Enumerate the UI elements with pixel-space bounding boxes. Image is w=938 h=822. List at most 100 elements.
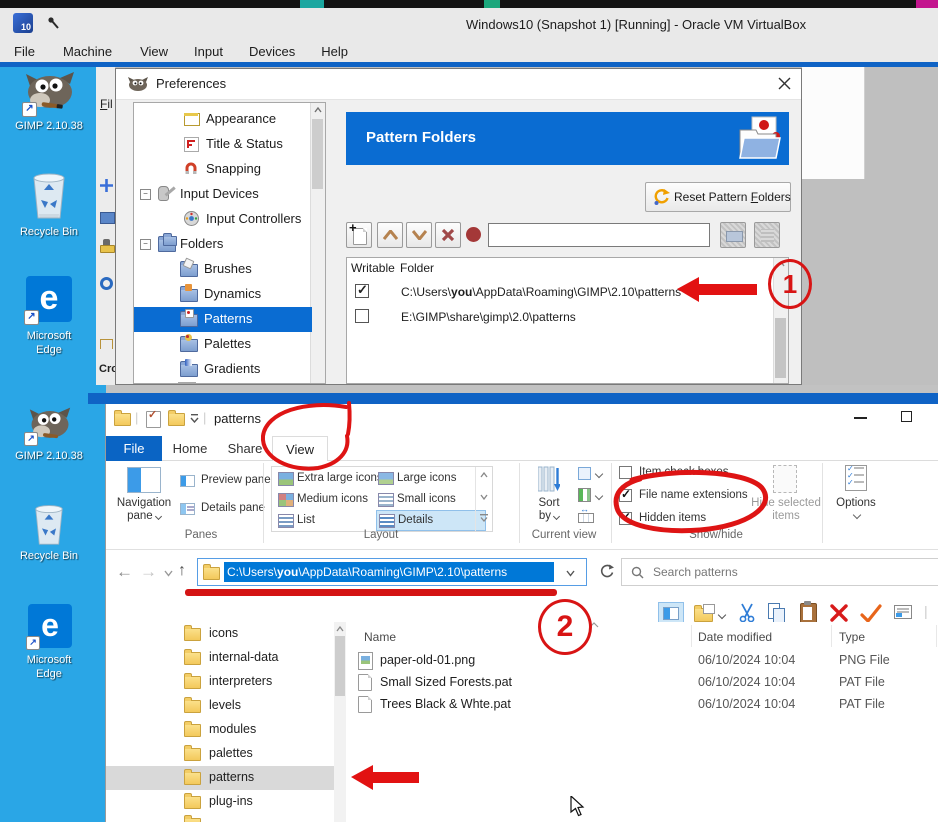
column-resizer[interactable] [831, 625, 832, 647]
tree-expander-icon[interactable]: − [140, 239, 151, 250]
tree-expander-icon[interactable]: − [140, 189, 151, 200]
move-down-button[interactable] [406, 222, 432, 248]
add-columns-button[interactable] [578, 488, 604, 504]
sidebar-item-modules[interactable]: modules [106, 718, 334, 742]
menu-devices[interactable]: Devices [249, 44, 295, 59]
reset-pattern-folders-button[interactable]: Reset Pattern Folders [645, 182, 791, 212]
gimp-tool-move-icon[interactable] [100, 179, 113, 192]
column-resizer[interactable] [691, 625, 692, 647]
tree-item-input-controllers[interactable]: Input Controllers [134, 207, 312, 232]
sidebar-scroll-thumb[interactable] [335, 636, 345, 696]
search-box[interactable]: Search patterns [621, 558, 938, 586]
tree-item-dynamics[interactable]: Dynamics [134, 282, 312, 307]
qat-customize-chevron-icon[interactable] [190, 414, 199, 423]
menu-machine[interactable]: Machine [63, 44, 112, 59]
column-resizer[interactable] [936, 625, 937, 647]
pin-icon[interactable] [46, 16, 60, 30]
delete-icon[interactable] [830, 604, 848, 622]
writable-checkbox-unchecked[interactable] [355, 309, 369, 323]
rename-check-icon[interactable] [860, 604, 882, 622]
recent-locations-chevron-icon[interactable] [164, 570, 173, 577]
file-row-3[interactable]: Trees Black & Whte.pat 06/10/2024 10:04 … [346, 694, 938, 716]
tree-scrollbar[interactable] [310, 103, 325, 383]
desktop-icon-gimp-2[interactable]: ↗ GIMP 2.10.38 [6, 406, 92, 466]
sidebar-item-internal-data[interactable]: internal-data [106, 646, 334, 670]
sidebar-item-interpreters[interactable]: interpreters [106, 670, 334, 694]
minimize-button[interactable] [854, 417, 867, 419]
menu-input[interactable]: Input [194, 44, 223, 59]
column-type[interactable]: Type [839, 630, 865, 644]
tree-item-appearance[interactable]: Appearance [134, 107, 312, 132]
gallery-up-icon[interactable] [480, 472, 488, 478]
tab-file[interactable]: File [106, 436, 162, 461]
tree-item-title-status[interactable]: Title & Status [134, 132, 312, 157]
tree-item-palettes[interactable]: Palettes [134, 332, 312, 357]
layout-medium-icons[interactable]: Medium icons [278, 490, 372, 510]
sidebar-item-icons[interactable]: icons [106, 622, 334, 646]
tree-item-folders[interactable]: − Folders [134, 232, 312, 257]
sidebar-item-palettes[interactable]: palettes [106, 742, 334, 766]
add-folder-button[interactable]: + [346, 220, 372, 248]
refresh-icon[interactable] [599, 564, 614, 579]
gimp-tool-select-icon[interactable] [100, 212, 115, 224]
group-by-button[interactable] [578, 467, 604, 483]
menu-file[interactable]: File [14, 44, 35, 59]
navigation-pane-button[interactable]: Navigation pane [114, 465, 174, 535]
move-up-button[interactable] [377, 222, 403, 248]
file-row-2[interactable]: Small Sized Forests.pat 06/10/2024 10:04… [346, 672, 938, 694]
up-button[interactable]: ↑ [178, 562, 186, 580]
column-date-modified[interactable]: Date modified [698, 630, 772, 644]
properties-form-button[interactable] [894, 605, 914, 621]
folder-row-2[interactable]: E:\GIMP\share\gimp\2.0\patterns [347, 305, 774, 330]
open-file-chooser-button[interactable] [720, 222, 746, 248]
column-name[interactable]: Name [364, 630, 396, 644]
desktop-icon-edge[interactable]: e ↗ Microsoft Edge [6, 276, 92, 378]
tree-item-gradients[interactable]: Gradients [134, 357, 312, 382]
tree-item-brushes[interactable]: Brushes [134, 257, 312, 282]
file-row-1[interactable]: paper-old-01.png 06/10/2024 10:04 PNG Fi… [346, 650, 938, 672]
scroll-up-icon[interactable] [314, 107, 322, 113]
address-dropdown-chevron-icon[interactable] [566, 570, 575, 577]
menu-view[interactable]: View [140, 44, 168, 59]
maximize-button[interactable] [901, 411, 912, 422]
address-bar[interactable]: C:\Users\you\AppData\Roaming\GIMP\2.10\p… [197, 558, 587, 586]
folder-path-input[interactable] [488, 223, 710, 247]
size-columns-button[interactable]: ↔ [578, 504, 604, 526]
gallery-more-icon[interactable] [480, 514, 488, 523]
cut-scissors-icon[interactable] [738, 603, 756, 623]
explorer-titlebar[interactable]: | ✓ | patterns [106, 404, 938, 434]
desktop-icon-recycle-2[interactable]: Recycle Bin [6, 502, 92, 566]
writable-checkbox-checked[interactable]: ✓ [355, 282, 369, 298]
gimp-tool-clone-icon[interactable] [100, 245, 115, 253]
sort-by-button[interactable]: Sort by [526, 465, 572, 535]
delete-folder-button[interactable] [435, 222, 461, 248]
qat-newfolder-icon[interactable] [168, 410, 185, 426]
gimp-tool-easel-icon[interactable] [100, 339, 113, 349]
tree-item-patterns-selected[interactable]: Patterns [134, 307, 312, 332]
desktop-icon-gimp[interactable]: ↗ GIMP 2.10.38 [6, 70, 92, 134]
show-file-chooser-button[interactable] [754, 222, 780, 248]
gallery-down-icon[interactable] [480, 494, 488, 500]
layout-list[interactable]: List [278, 511, 372, 531]
forward-button[interactable]: → [140, 562, 157, 582]
menu-help[interactable]: Help [321, 44, 348, 59]
tree-scroll-thumb[interactable] [312, 119, 323, 189]
tree-item-input-devices[interactable]: − Input Devices [134, 182, 312, 207]
qat-properties-icon[interactable]: ✓ [146, 409, 161, 428]
desktop-icon-edge-2[interactable]: e ↗ Microsoft Edge [6, 604, 92, 688]
tab-home[interactable]: Home [162, 436, 218, 461]
sidebar-item-plug-ins[interactable]: plug-ins [106, 790, 334, 814]
gimp-file-menu-fragment[interactable]: Fil [100, 97, 113, 111]
list-scroll-thumb[interactable] [775, 318, 786, 378]
desktop-icon-recycle[interactable]: Recycle Bin [6, 170, 92, 240]
scroll-up-icon[interactable] [336, 626, 344, 632]
layout-details-selected[interactable]: Details [376, 510, 486, 531]
layout-small-icons[interactable]: Small icons [378, 490, 486, 510]
tree-item-snapping[interactable]: Snapping [134, 157, 312, 182]
close-icon[interactable] [778, 77, 791, 90]
options-button[interactable]: ✓ ✓ ✓ Options [828, 464, 884, 535]
layout-large-icons[interactable]: Large icons [378, 469, 486, 489]
preferences-titlebar[interactable]: Preferences [116, 69, 801, 100]
back-button[interactable]: ← [116, 562, 133, 582]
sidebar-item-levels[interactable]: levels [106, 694, 334, 718]
